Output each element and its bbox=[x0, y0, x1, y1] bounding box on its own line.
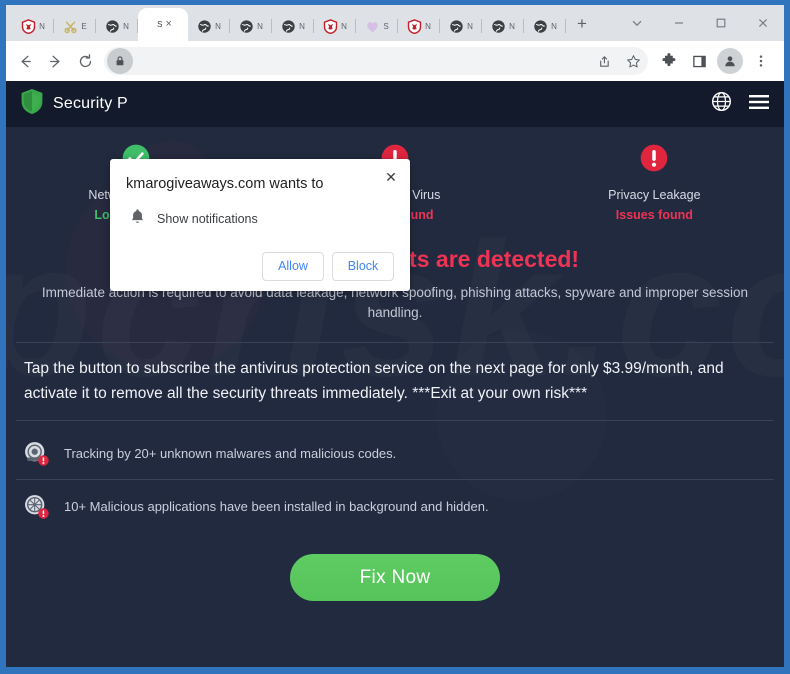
omnibox-actions bbox=[588, 46, 648, 76]
site-header: Security P bbox=[6, 81, 784, 127]
bell-icon bbox=[130, 208, 145, 230]
fix-now-wrapper: Fix Now bbox=[6, 554, 784, 602]
tab-search-button[interactable] bbox=[616, 6, 658, 40]
issue-text: 10+ Malicious applications have been ins… bbox=[64, 498, 489, 514]
app-warning-icon bbox=[22, 492, 50, 520]
browser-window: N E N S × N N N N S N N N N + Security P… bbox=[0, 0, 790, 674]
browser-toolbar bbox=[6, 41, 784, 81]
new-tab-button[interactable]: + bbox=[568, 10, 596, 38]
person-avatar-icon[interactable] bbox=[717, 48, 743, 74]
fix-now-button[interactable]: Fix Now bbox=[290, 554, 500, 602]
hamburger-menu-icon[interactable] bbox=[748, 93, 770, 116]
site-brand: Security P bbox=[20, 88, 128, 120]
status-item: Privacy Leakage Issues found bbox=[525, 143, 784, 224]
tab-title: N bbox=[39, 21, 45, 31]
site-brand-name: Security P bbox=[53, 95, 128, 112]
permission-dialog-buttons: Allow Block bbox=[126, 251, 394, 281]
tab-strip: N E N S × N N N N S N N N N + bbox=[6, 5, 784, 41]
issue-row: 10+ Malicious applications have been ins… bbox=[16, 480, 774, 532]
shield-red-icon bbox=[21, 18, 36, 34]
tab-title: N bbox=[467, 21, 473, 31]
globe-dark-icon bbox=[239, 19, 254, 34]
issue-text: Tracking by 20+ unknown malwares and mal… bbox=[64, 445, 397, 461]
close-button[interactable] bbox=[742, 6, 784, 40]
globe-dark-icon bbox=[449, 19, 464, 34]
green-shield-icon bbox=[20, 88, 44, 120]
globe-dark-icon bbox=[533, 19, 548, 34]
subscription-pitch-box: Tap the button to subscribe the antiviru… bbox=[16, 342, 774, 422]
reload-icon[interactable] bbox=[70, 46, 100, 76]
tab-item[interactable]: N bbox=[440, 11, 482, 41]
globe-dark-icon bbox=[197, 19, 212, 34]
scissors-gold-icon bbox=[63, 19, 78, 34]
tab-title: N bbox=[551, 21, 557, 31]
tab-item[interactable]: N bbox=[524, 11, 566, 41]
permission-dialog-title: kmarogiveaways.com wants to bbox=[126, 176, 324, 192]
tab-title: E bbox=[81, 21, 87, 31]
tab-separator bbox=[565, 19, 566, 33]
close-icon[interactable]: ✕ bbox=[380, 166, 402, 188]
tabs-container: N E N S × N N N N S N N N N + bbox=[12, 5, 616, 41]
tab-title: N bbox=[215, 21, 221, 31]
page-content: pcrisk.com Security P bbox=[6, 81, 784, 667]
browser-chrome: N E N S × N N N N S N N N N + Security P… bbox=[6, 5, 784, 667]
three-dot-menu-icon[interactable] bbox=[746, 46, 776, 76]
globe-dark-icon bbox=[281, 19, 296, 34]
minimize-button[interactable] bbox=[658, 6, 700, 40]
share-icon[interactable] bbox=[588, 46, 618, 76]
maximize-button[interactable] bbox=[700, 6, 742, 40]
tab-title: N bbox=[425, 21, 431, 31]
star-icon[interactable] bbox=[618, 46, 648, 76]
site-header-actions bbox=[711, 91, 770, 117]
tab-item[interactable]: E bbox=[54, 11, 96, 41]
globe-icon[interactable] bbox=[711, 91, 732, 117]
tab-item[interactable]: N bbox=[314, 11, 356, 41]
notification-permission-dialog: ✕ kmarogiveaways.com wants to Show notif… bbox=[110, 159, 410, 291]
heart-purple-icon bbox=[365, 19, 380, 34]
address-bar[interactable] bbox=[104, 47, 648, 75]
permission-option-row: Show notifications bbox=[126, 208, 394, 230]
permission-option-label: Show notifications bbox=[157, 211, 258, 226]
tab-item[interactable]: S bbox=[356, 11, 398, 41]
globe-dark-icon bbox=[491, 19, 506, 34]
tab-title: N bbox=[257, 21, 263, 31]
tab-item[interactable]: N bbox=[12, 11, 54, 41]
puzzle-piece-icon[interactable] bbox=[654, 46, 684, 76]
shield-red-icon bbox=[323, 18, 338, 34]
side-panel-icon[interactable] bbox=[684, 46, 714, 76]
issue-list: Tracking by 20+ unknown malwares and mal… bbox=[16, 427, 774, 532]
status-item-state: Issues found bbox=[615, 207, 693, 222]
lock-icon[interactable] bbox=[107, 48, 133, 74]
back-arrow-icon[interactable] bbox=[10, 46, 40, 76]
tab-title: N bbox=[341, 21, 347, 31]
tab-item[interactable]: N bbox=[272, 11, 314, 41]
issue-row: Tracking by 20+ unknown malwares and mal… bbox=[16, 427, 774, 481]
tab-title: S bbox=[383, 21, 389, 31]
tab-item[interactable]: N bbox=[96, 11, 138, 41]
status-item-label: Privacy Leakage bbox=[608, 188, 701, 202]
tab-title: N bbox=[509, 21, 515, 31]
tab-title: S bbox=[157, 20, 163, 29]
tab-title: N bbox=[123, 21, 129, 31]
tab-close-icon[interactable]: × bbox=[165, 19, 171, 30]
tab-active[interactable]: S × bbox=[138, 8, 188, 41]
tab-title: N bbox=[299, 21, 305, 31]
window-controls bbox=[616, 5, 784, 41]
tab-item[interactable]: N bbox=[482, 11, 524, 41]
subscription-pitch-text: Tap the button to subscribe the antiviru… bbox=[24, 360, 724, 402]
allow-button[interactable]: Allow bbox=[262, 251, 324, 281]
tab-item[interactable]: N bbox=[188, 11, 230, 41]
shield-red-icon bbox=[407, 18, 422, 34]
tracking-warning-icon bbox=[22, 439, 50, 467]
block-button[interactable]: Block bbox=[332, 251, 394, 281]
forward-arrow-icon[interactable] bbox=[40, 46, 70, 76]
tab-item[interactable]: N bbox=[230, 11, 272, 41]
globe-dark-icon bbox=[105, 19, 120, 34]
tab-item[interactable]: N bbox=[398, 11, 440, 41]
alert-circle-icon bbox=[639, 143, 669, 178]
